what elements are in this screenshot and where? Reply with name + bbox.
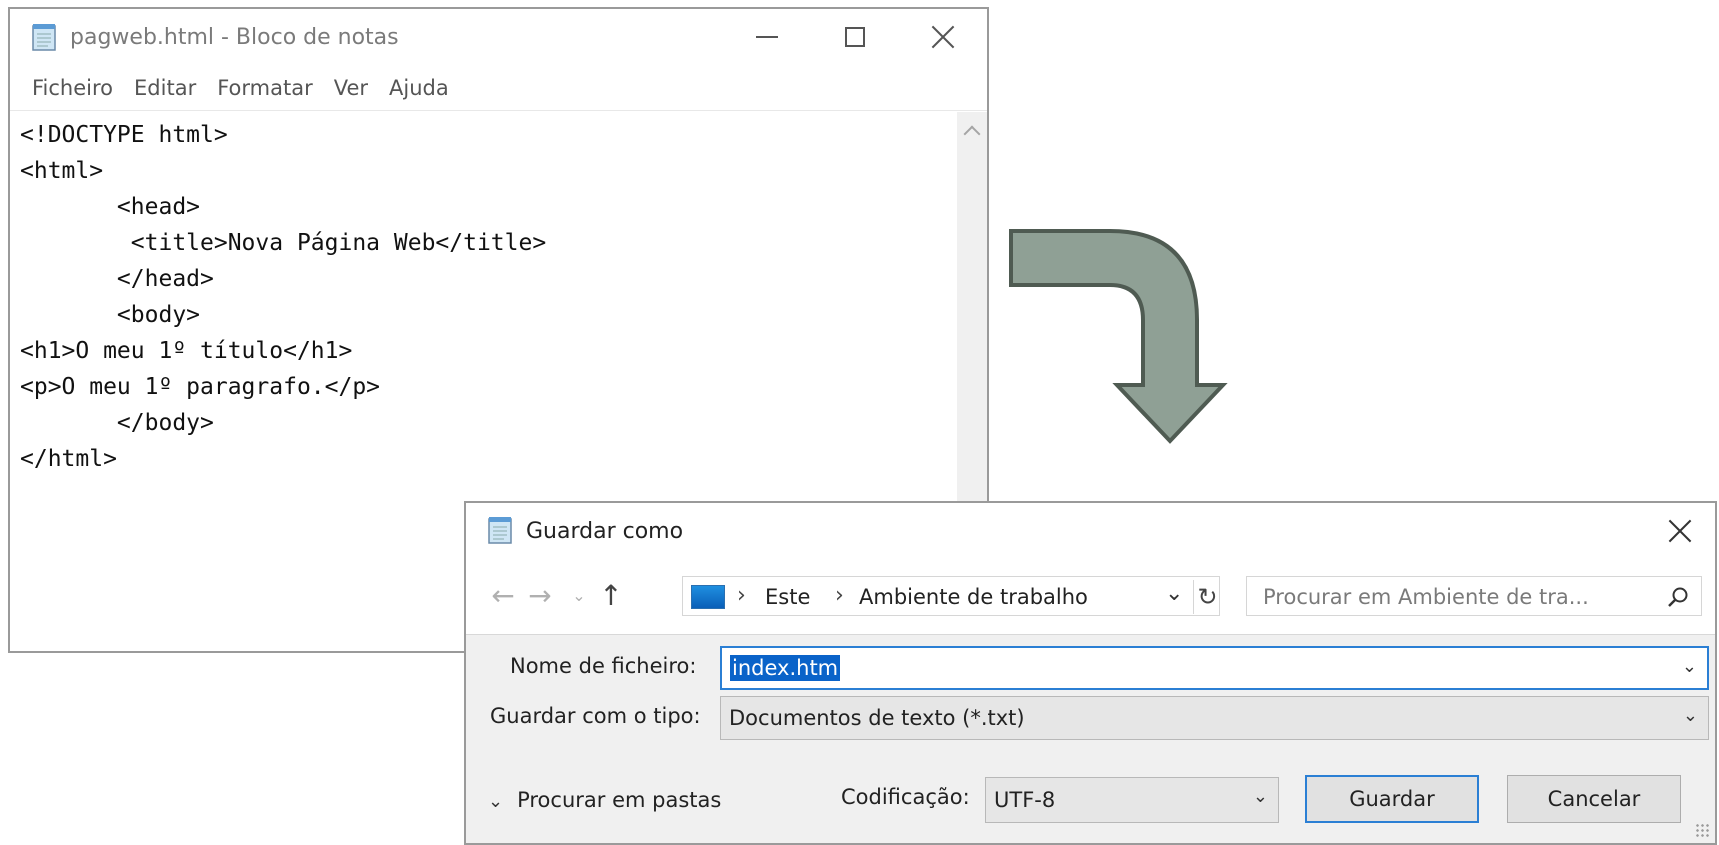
search-input[interactable]: Procurar em Ambiente de tra...	[1246, 576, 1702, 616]
cancel-button[interactable]: Cancelar	[1507, 775, 1681, 823]
resize-grip-icon[interactable]	[1695, 823, 1711, 839]
dialog-titlebar: Guardar como	[466, 503, 1715, 559]
search-icon	[1668, 587, 1688, 607]
chevron-down-icon: ⌄	[1252, 786, 1268, 807]
this-pc-icon	[691, 585, 725, 609]
maximize-icon	[845, 27, 865, 47]
search-placeholder: Procurar em Ambiente de tra...	[1263, 585, 1589, 609]
filetype-select[interactable]: Documentos de texto (*.txt) ⌄	[720, 696, 1709, 740]
address-bar[interactable]: › Este › Ambiente de trabalho ⌄ ↻	[682, 576, 1220, 616]
notepad-titlebar: pagweb.html - Bloco de notas	[10, 9, 987, 65]
menu-editar[interactable]: Editar	[126, 72, 209, 104]
notepad-icon	[32, 24, 56, 51]
address-segment-desktop[interactable]: Ambiente de trabalho	[859, 585, 1088, 609]
menu-formatar[interactable]: Formatar	[209, 72, 326, 104]
arrow-up-icon: ↑	[599, 578, 623, 612]
close-button[interactable]	[899, 9, 987, 65]
address-segment-este[interactable]: Este	[765, 585, 810, 609]
scroll-up-icon[interactable]	[963, 125, 981, 143]
code-line: </html>	[20, 446, 117, 472]
code-line: <!DOCTYPE html>	[20, 122, 228, 148]
code-line: <body>	[20, 302, 201, 328]
code-line: <p>O meu 1º paragrafo.</p>	[20, 374, 381, 400]
notepad-title: pagweb.html - Bloco de notas	[70, 25, 399, 50]
recent-locations-button[interactable]: ⌄	[562, 577, 596, 613]
chevron-down-icon: ⌄	[572, 585, 586, 605]
curved-arrow-icon	[1009, 229, 1228, 444]
save-button[interactable]: Guardar	[1305, 775, 1479, 823]
arrow-left-icon: ←	[491, 578, 515, 612]
chevron-right-icon[interactable]: ›	[835, 583, 844, 608]
filetype-label: Guardar com o tipo:	[490, 704, 701, 728]
back-button[interactable]: ←	[486, 577, 520, 613]
maximize-button[interactable]	[811, 9, 899, 65]
filename-label: Nome de ficheiro:	[510, 654, 697, 678]
notepad-icon	[488, 517, 512, 544]
filename-value: index.htm	[730, 655, 841, 681]
close-icon	[1668, 519, 1692, 543]
code-line: <h1>O meu 1º título</h1>	[20, 338, 353, 364]
code-line: <title>Nova Página Web</title>	[20, 230, 547, 256]
minimize-button[interactable]	[723, 9, 811, 65]
menu-ficheiro[interactable]: Ficheiro	[24, 72, 126, 104]
chevron-down-icon: ⌄	[488, 791, 504, 812]
menu-ver[interactable]: Ver	[326, 72, 381, 104]
code-line: <head>	[20, 194, 201, 220]
close-icon	[931, 25, 955, 49]
code-line: </body>	[20, 410, 214, 436]
encoding-label: Codificação:	[841, 785, 970, 809]
dialog-title: Guardar como	[526, 519, 684, 544]
minimize-icon	[756, 36, 778, 38]
filetype-value: Documentos de texto (*.txt)	[729, 706, 1025, 730]
refresh-icon: ↻	[1197, 583, 1218, 611]
code-line: <html>	[20, 158, 104, 184]
browse-folders-toggle[interactable]: ⌄ Procurar em pastas	[488, 788, 721, 812]
chevron-down-icon[interactable]: ⌄	[1165, 581, 1183, 606]
code-line: </head>	[20, 266, 214, 292]
encoding-value: UTF-8	[994, 788, 1056, 812]
up-button[interactable]: ↑	[594, 577, 628, 613]
encoding-select[interactable]: UTF-8 ⌄	[985, 777, 1279, 823]
menu-ajuda[interactable]: Ajuda	[381, 72, 462, 104]
dialog-close-button[interactable]	[1645, 503, 1715, 559]
forward-button[interactable]: →	[523, 577, 557, 613]
filename-field[interactable]: index.htm ⌄	[720, 646, 1709, 690]
arrow-right-icon: →	[528, 578, 552, 612]
chevron-down-icon: ⌄	[1682, 705, 1698, 726]
dialog-navigation-bar: ← → ⌄ ↑ › Este › Ambiente de trabalho ⌄ …	[466, 559, 1715, 635]
refresh-button[interactable]: ↻	[1193, 580, 1221, 614]
chevron-down-icon[interactable]: ⌄	[1682, 656, 1697, 677]
browse-folders-label: Procurar em pastas	[517, 788, 722, 812]
notepad-menubar: Ficheiro Editar Formatar Ver Ajuda	[10, 65, 987, 111]
chevron-right-icon[interactable]: ›	[737, 583, 746, 608]
save-as-dialog: Guardar como ← → ⌄ ↑ › Este › Ambiente d…	[464, 501, 1717, 845]
